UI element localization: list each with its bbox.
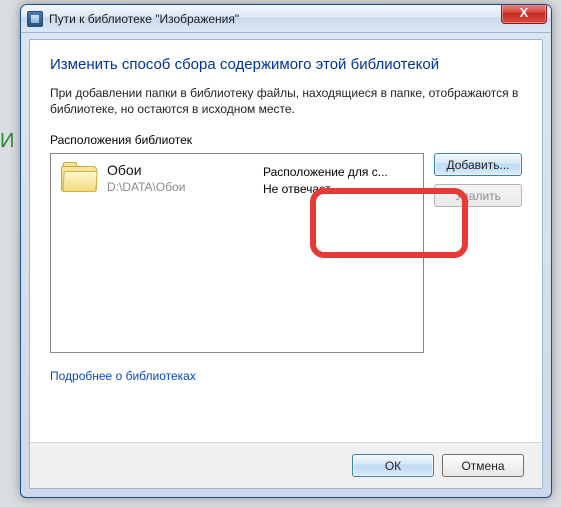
location-path: D:\DATA\Обои [107,180,185,194]
background-window-hint: И [0,130,14,180]
locations-listbox[interactable]: Обои D:\DATA\Обои Расположение для с... … [50,153,424,353]
folder-icon [61,162,97,192]
location-status-line1: Расположение для с... [263,164,413,180]
location-status: Расположение для с... Не отвечает [263,162,413,196]
remove-button: Удалить [434,184,522,207]
ok-button[interactable]: ОК [352,454,434,477]
window-title: Пути к библиотеке "Изображения" [49,12,239,26]
close-button[interactable]: X [501,4,547,24]
add-button[interactable]: Добавить... [434,153,522,176]
cancel-button[interactable]: Отмена [442,454,524,477]
dialog-heading: Изменить способ сбора содержимого этой б… [50,56,522,73]
library-locations-dialog: Пути к библиотеке "Изображения" X Измени… [20,4,552,498]
location-status-line2: Не отвечает [263,181,413,197]
list-label: Расположения библиотек [50,133,522,147]
dialog-footer: ОК Отмена [30,442,542,488]
location-entry[interactable]: Обои D:\DATA\Обои Расположение для с... … [51,154,423,204]
app-icon [27,11,43,27]
titlebar[interactable]: Пути к библиотеке "Изображения" X [21,5,551,33]
dialog-description: При добавлении папки в библиотеку файлы,… [50,85,522,117]
location-name: Обои [107,162,185,178]
client-area: Изменить способ сбора содержимого этой б… [29,39,543,489]
learn-more-link[interactable]: Подробнее о библиотеках [50,369,196,383]
